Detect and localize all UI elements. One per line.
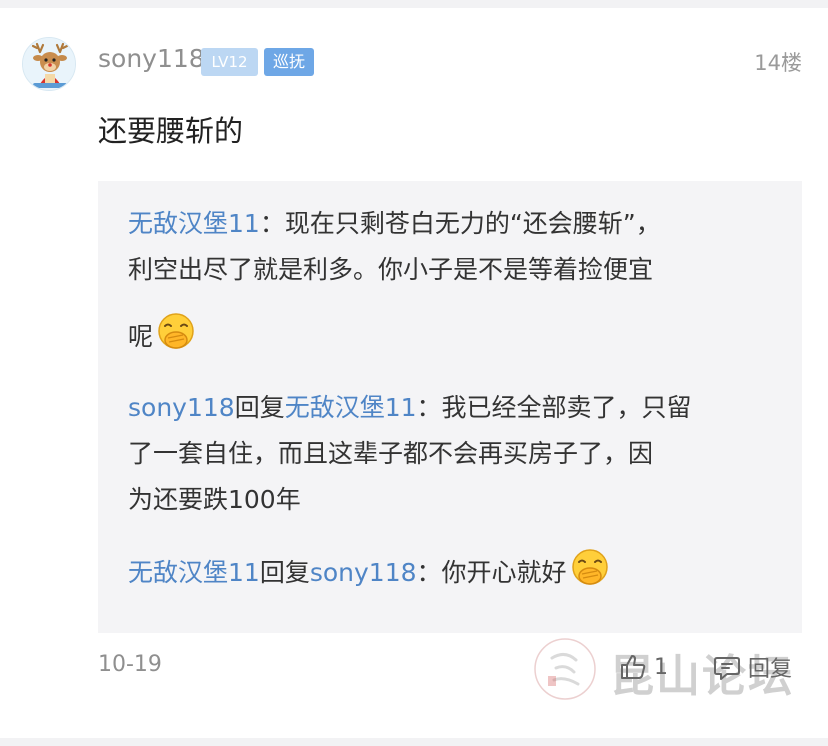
reply-target-link[interactable]: sony118 (310, 558, 417, 587)
bottom-divider (0, 738, 828, 746)
reply-line: 无敌汉堡11：现在只剩苍白无力的“还会腰斩”， (128, 201, 778, 247)
quoted-reply-1[interactable]: 无敌汉堡11：现在只剩苍白无力的“还会腰斩”， 利空出尽了就是利多。你小子是不是… (128, 201, 778, 360)
reply-word: 回复 (259, 558, 310, 587)
reply-separator: ： (416, 393, 442, 422)
avatar[interactable] (22, 37, 76, 91)
reply-line: sony118回复无敌汉堡11：我已经全部卖了，只留 (128, 385, 778, 431)
reply-line: 无敌汉堡11回复sony118：你开心就好 (128, 547, 778, 596)
reply-author-link[interactable]: 无敌汉堡11 (128, 558, 260, 587)
laughing-cover-mouth-emoji-icon (571, 549, 608, 585)
reply-text: 了一套自住，而且这辈子都不会再买房子了，因 (128, 439, 654, 468)
watermark-seal-logo (534, 638, 596, 700)
top-divider (0, 0, 828, 8)
reply-label: 回复 (748, 657, 793, 682)
like-count: 1 (654, 654, 668, 680)
reindeer-avatar-icon (23, 38, 75, 90)
reply-target-link[interactable]: 无敌汉堡11 (285, 393, 417, 422)
role-badge: 巡抚 (264, 48, 314, 76)
reply-text: 我已经全部卖了，只留 (441, 393, 692, 422)
post-content: 还要腰斩的 (98, 114, 244, 148)
reply-text: 现在只剩苍白无力的“还会腰斩”， (284, 209, 661, 238)
thumbs-up-icon (621, 655, 646, 679)
quoted-reply-3[interactable]: 无敌汉堡11回复sony118：你开心就好 (128, 547, 778, 596)
reply-text: 呢 (128, 322, 154, 351)
post-date: 10-19 (98, 652, 162, 677)
reply-separator: ： (259, 209, 285, 238)
username[interactable]: sony118 (98, 44, 205, 73)
reply-author-link[interactable]: 无敌汉堡11 (128, 209, 260, 238)
comment-icon (714, 657, 740, 680)
reply-author-link[interactable]: sony118 (128, 393, 235, 422)
reply-text: 利空出尽了就是利多。你小子是不是等着捡便宜 (128, 255, 654, 284)
reply-word: 回复 (234, 393, 285, 422)
reply-text: 你开心就好 (441, 558, 567, 587)
level-badge: LV12 (201, 48, 258, 76)
quoted-reply-2[interactable]: sony118回复无敌汉堡11：我已经全部卖了，只留 了一套自住，而且这辈子都不… (128, 385, 778, 523)
like-button[interactable]: 1 (618, 650, 668, 684)
reply-button[interactable]: 回复 (712, 650, 792, 684)
laughing-cover-mouth-emoji-icon (158, 313, 194, 349)
reply-text: 为还要跌100年 (128, 485, 301, 514)
floor-number: 14楼 (754, 51, 802, 75)
quoted-replies-box[interactable]: 无敌汉堡11：现在只剩苍白无力的“还会腰斩”， 利空出尽了就是利多。你小子是不是… (98, 181, 802, 633)
reply-line: 呢 (128, 311, 778, 360)
reply-separator: ： (416, 558, 442, 587)
